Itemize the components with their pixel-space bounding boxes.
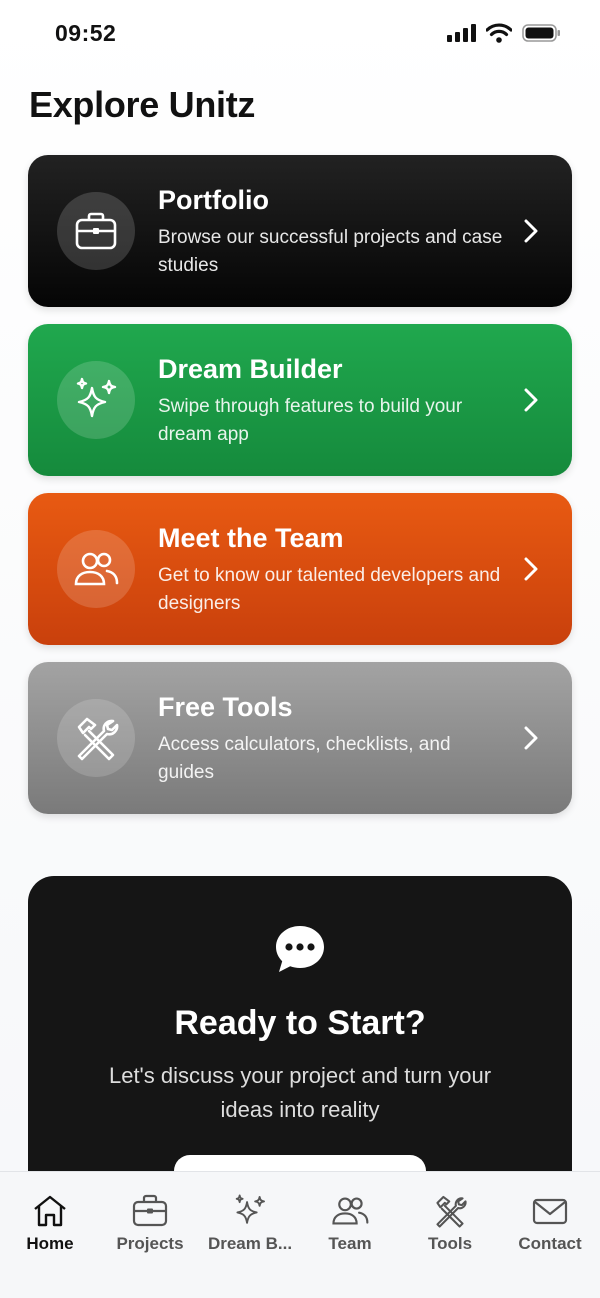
battery-icon — [522, 24, 560, 42]
chevron-right-icon — [524, 388, 538, 412]
cellular-signal-icon — [447, 24, 476, 42]
card-description: Browse our successful projects and case … — [158, 227, 503, 276]
card-description: Access calculators, checklists, and guid… — [158, 734, 451, 783]
tab-label: Team — [328, 1234, 372, 1253]
card-icon-container — [57, 530, 135, 608]
tab-bar: Home Projects Dream B... Team Tools Cont… — [0, 1171, 600, 1298]
free-tools-card[interactable]: Free Tools Access calculators, checklist… — [28, 662, 572, 814]
chevron-right-icon — [524, 726, 538, 750]
chat-bubble-icon — [276, 926, 324, 972]
ready-to-start-section: Ready to Start? Let's discuss your proje… — [28, 876, 572, 1215]
tools-icon — [436, 1195, 467, 1228]
users-icon — [74, 552, 119, 586]
chevron-right-icon — [524, 219, 538, 243]
cta-description: Let's discuss your project and turn your… — [108, 1063, 492, 1122]
portfolio-card[interactable]: Portfolio Browse our successful projects… — [28, 155, 572, 307]
card-title: Portfolio — [158, 185, 269, 215]
tab-label: Tools — [427, 1234, 473, 1253]
mail-icon — [532, 1198, 568, 1225]
tab-label: Home — [26, 1234, 74, 1253]
tab-label: Dream B... — [207, 1234, 293, 1253]
tab-team[interactable]: Team — [300, 1194, 400, 1254]
card-description: Get to know our talented developers and … — [158, 565, 501, 614]
sparkles-icon — [235, 1194, 266, 1224]
briefcase-icon — [75, 212, 117, 250]
wifi-icon — [486, 23, 512, 43]
tab-projects[interactable]: Projects — [100, 1194, 200, 1254]
tab-home[interactable]: Home — [0, 1194, 100, 1254]
cta-title: Ready to Start? — [174, 1004, 426, 1042]
status-bar: 09:52 — [0, 0, 600, 70]
card-icon-container — [57, 699, 135, 777]
tools-icon — [77, 717, 119, 761]
card-title: Meet the Team — [158, 523, 344, 553]
card-title: Dream Builder — [158, 354, 343, 384]
chevron-right-icon — [524, 557, 538, 581]
tab-tools[interactable]: Tools — [400, 1194, 500, 1254]
tab-contact[interactable]: Contact — [500, 1194, 600, 1254]
dream-builder-card[interactable]: Dream Builder Swipe through features to … — [28, 324, 572, 476]
meet-the-team-card[interactable]: Meet the Team Get to know our talented d… — [28, 493, 572, 645]
card-description: Swipe through features to build your dre… — [158, 396, 463, 445]
page-title: Explore Unitz — [29, 84, 256, 125]
status-time: 09:52 — [55, 20, 117, 46]
card-title: Free Tools — [158, 692, 293, 722]
tab-label: Projects — [116, 1234, 184, 1253]
home-icon — [34, 1195, 66, 1227]
card-icon-container — [57, 361, 135, 439]
card-icon-container — [57, 192, 135, 270]
tab-label: Contact — [518, 1234, 582, 1253]
users-icon — [332, 1197, 369, 1225]
sparkles-icon — [76, 377, 117, 418]
tab-dream-builder[interactable]: Dream B... — [200, 1194, 300, 1254]
briefcase-icon — [132, 1194, 168, 1227]
status-icons — [447, 23, 562, 43]
